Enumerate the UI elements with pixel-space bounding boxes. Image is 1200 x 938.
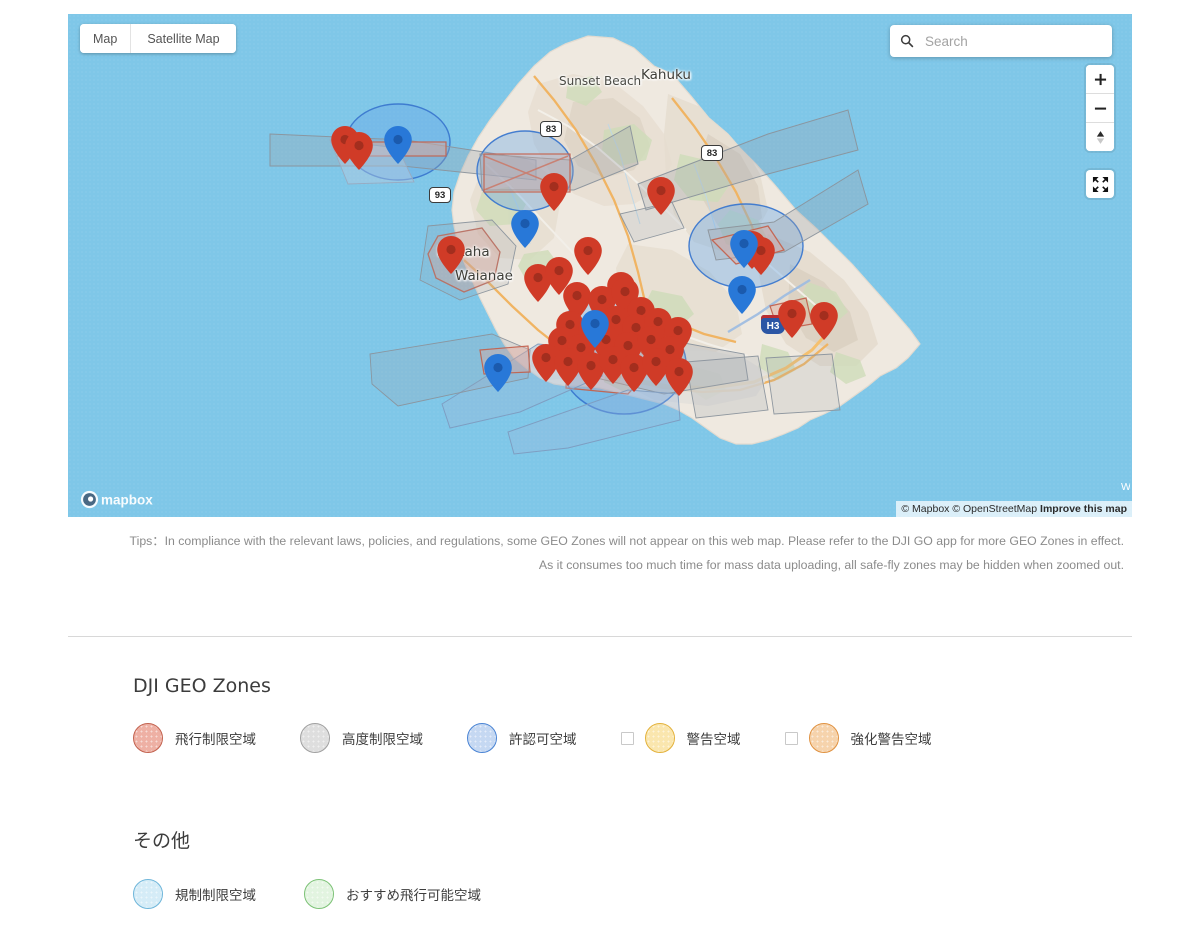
- search-box[interactable]: [890, 25, 1112, 57]
- legend-restricted-zone[interactable]: 飛行制限空域: [133, 723, 256, 753]
- map-panel[interactable]: 83 83 93 H3 Kahuku Sunset Beach Mākaha W…: [68, 14, 1132, 517]
- legend-regulatory-zone[interactable]: 規制制限空域: [133, 879, 256, 909]
- legend-regulatory-zone-label: 規制制限空域: [175, 888, 256, 904]
- satellite-view-button[interactable]: Satellite Map: [130, 24, 236, 53]
- legend-warning-zone[interactable]: 警告空域: [620, 723, 741, 753]
- fullscreen-button[interactable]: [1086, 170, 1114, 198]
- legend-authorization-zone-label: 許認可空域: [509, 732, 577, 748]
- improve-map-link[interactable]: Improve this map: [1040, 503, 1127, 515]
- legend-enhanced-warning-zone[interactable]: 強化警告空域: [784, 723, 932, 753]
- search-icon: [900, 34, 914, 48]
- map-type-switch[interactable]: Map Satellite Map: [80, 24, 236, 53]
- legend-enhanced-warning-zone-label: 強化警告空域: [850, 732, 932, 748]
- search-input[interactable]: [923, 32, 1102, 50]
- legend-authorization-zone-swatch: [467, 723, 497, 753]
- minus-icon: [1094, 107, 1106, 110]
- legend-other-zones: その他 規制制限空域 おすすめ飛行可能空域: [133, 826, 529, 909]
- map-markers-layer[interactable]: [68, 14, 1132, 517]
- legend-geo-row: 飛行制限空域 高度制限空域 許認可空域 警告空域 強化警告空域: [133, 723, 976, 753]
- legend-recommended-zone-label: おすすめ飛行可能空域: [346, 888, 481, 904]
- map-view-button[interactable]: Map: [80, 24, 131, 53]
- legend-restricted-zone-label: 飛行制限空域: [175, 732, 256, 748]
- legend-restricted-zone-swatch: [133, 723, 163, 753]
- zoom-in-button[interactable]: [1086, 65, 1114, 93]
- legend-altitude-zone-label: 高度制限空域: [342, 732, 423, 748]
- mapbox-wordmark-icon: mapbox: [80, 490, 153, 509]
- section-divider: [68, 636, 1132, 637]
- legend-other-row: 規制制限空域 おすすめ飛行可能空域: [133, 879, 529, 909]
- svg-text:mapbox: mapbox: [101, 493, 153, 508]
- mapbox-logo[interactable]: mapbox: [80, 490, 164, 509]
- legend-recommended-zone[interactable]: おすすめ飛行可能空域: [304, 879, 481, 909]
- attribution-copyright: © Mapbox © OpenStreetMap: [901, 503, 1038, 515]
- compass-button[interactable]: [1086, 122, 1114, 151]
- legend-warning-zone-checkbox[interactable]: [620, 731, 634, 745]
- legend-regulatory-zone-swatch: [133, 879, 163, 909]
- fullscreen-icon: [1092, 176, 1108, 192]
- map-canvas[interactable]: 83 83 93 H3 Kahuku Sunset Beach Mākaha W…: [68, 14, 1132, 517]
- attribution-cut-text: W: [1121, 481, 1130, 493]
- legend-warning-zone-label: 警告空域: [686, 732, 741, 748]
- map-tips: Tips：In compliance with the relevant law…: [68, 530, 1124, 577]
- plus-icon: [1094, 73, 1106, 85]
- legend-enhanced-warning-zone-checkbox[interactable]: [784, 731, 798, 745]
- legend-geo-title: DJI GEO Zones: [133, 675, 271, 697]
- zoom-out-button[interactable]: [1086, 93, 1114, 122]
- legend-other-title: その他: [133, 830, 191, 852]
- zoom-controls[interactable]: [1086, 65, 1114, 151]
- tips-line-1: Tips：In compliance with the relevant law…: [129, 534, 1124, 548]
- restricted-zone-markers: [331, 126, 838, 396]
- tips-line-2: As it consumes too much time for mass da…: [538, 557, 1124, 572]
- map-attribution[interactable]: © Mapbox © OpenStreetMap Improve this ma…: [896, 501, 1132, 517]
- legend-recommended-zone-swatch: [304, 879, 334, 909]
- legend-enhanced-warning-zone-swatch: [808, 723, 839, 753]
- compass-icon: [1096, 130, 1104, 144]
- legend-warning-zone-swatch: [644, 723, 675, 753]
- legend-altitude-zone-swatch: [300, 723, 330, 753]
- legend-authorization-zone[interactable]: 許認可空域: [467, 723, 577, 753]
- legend-geo-zones: DJI GEO Zones 飛行制限空域 高度制限空域 許認可空域 警告空域 強…: [133, 675, 976, 753]
- legend-altitude-zone[interactable]: 高度制限空域: [300, 723, 423, 753]
